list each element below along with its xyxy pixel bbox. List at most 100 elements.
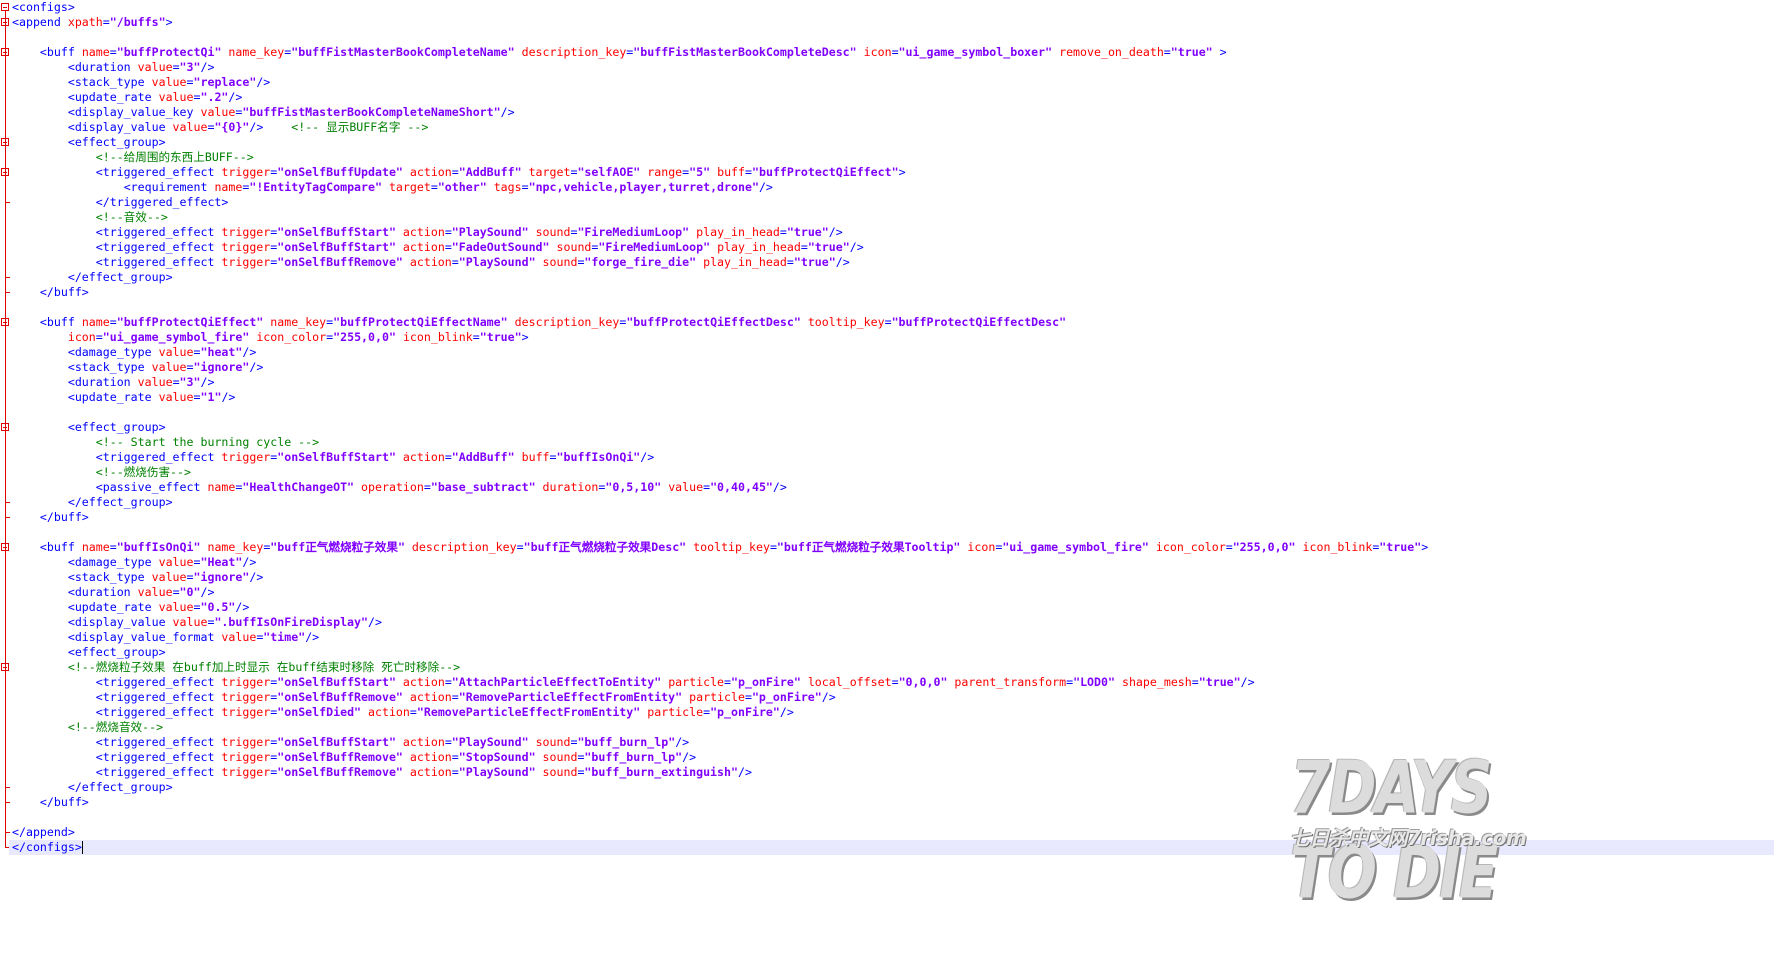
code-token: "StopSound": [458, 750, 536, 764]
code-line[interactable]: <passive_effect name = "HealthChangeOT" op…: [12, 480, 787, 495]
code-line[interactable]: <display_value_format value="time"/>: [12, 630, 319, 645]
code-token: =: [724, 675, 732, 689]
code-line[interactable]: </triggered_effect>: [12, 195, 229, 210]
code-line[interactable]: <display_value value=".buffIsOnFireDispl…: [12, 615, 382, 630]
code-line[interactable]: <triggered_effect trigger = "onSelfBuffUpd…: [12, 165, 906, 180]
code-line[interactable]: <triggered_effect trigger = "onSelfBuffSta…: [12, 735, 689, 750]
code-token: <effect_group>: [67, 645, 166, 659]
code-token: name: [214, 180, 243, 194]
code-line[interactable]: </effect_group>: [12, 270, 173, 285]
code-line[interactable]: <buff name="buffProtectQiEffect" name_ke…: [12, 315, 1066, 330]
code-token: </buff>: [39, 285, 89, 299]
code-line[interactable]: <triggered_effect trigger = "onSelfBuffSta…: [12, 675, 1255, 690]
code-line[interactable]: <stack_type value="ignore"/>: [12, 360, 263, 375]
code-line[interactable]: <requirement name = "!EntityTagCompare" ta…: [12, 180, 773, 195]
code-line[interactable]: <effect_group>: [12, 135, 166, 150]
code-token: "replace": [193, 75, 257, 89]
code-line[interactable]: <stack_type value="ignore"/>: [12, 570, 263, 585]
code-line[interactable]: <effect_group>: [12, 420, 166, 435]
code-line[interactable]: <update_rate value=".2"/>: [12, 90, 243, 105]
code-line[interactable]: </append>: [12, 825, 75, 840]
code-line[interactable]: </effect_group>: [12, 780, 173, 795]
code-line[interactable]: <triggered_effect trigger = "onSelfBuffSta…: [12, 450, 654, 465]
code-line[interactable]: <duration value="3"/>: [12, 375, 215, 390]
code-token: =: [172, 375, 180, 389]
code-token: description_key: [411, 540, 517, 554]
code-token: "buff_burn_extinguish": [584, 765, 738, 779]
code-token: ".buffIsOnFireDisplay": [214, 615, 368, 629]
code-line[interactable]: <update_rate value="1"/>: [12, 390, 236, 405]
code-line[interactable]: <triggered_effect trigger = "onSelfBuffSta…: [12, 225, 843, 240]
code-token: tooltip_key: [693, 540, 770, 554]
code-token: />: [305, 630, 320, 644]
code-token: =: [451, 765, 459, 779]
code-line[interactable]: <damage_type value="Heat"/>: [12, 555, 257, 570]
code-line[interactable]: icon="ui_game_symbol_fire" icon_color="2…: [12, 330, 529, 345]
code-line[interactable]: <buff name="buffIsOnQi" name_key="buff正气…: [12, 540, 1428, 555]
code-token: "buffProtectQiEffect": [116, 315, 264, 329]
code-line[interactable]: <damage_type value="heat"/>: [12, 345, 257, 360]
code-line[interactable]: <update_rate value="0.5"/>: [12, 600, 250, 615]
code-line[interactable]: <configs>: [12, 0, 75, 15]
fold-gutter[interactable]: [0, 0, 10, 978]
code-token: tags: [493, 180, 522, 194]
code-line[interactable]: <!--燃烧音效-->: [12, 720, 163, 735]
code-token: trigger: [221, 705, 271, 719]
code-line[interactable]: </buff>: [12, 795, 89, 810]
code-token: =: [409, 705, 417, 719]
code-line[interactable]: </configs>: [9, 840, 1774, 855]
code-token: xpath: [67, 15, 103, 29]
code-line[interactable]: <triggered_effect trigger = "onSelfDied" a…: [12, 705, 794, 720]
code-token: />: [758, 180, 773, 194]
code-line[interactable]: </buff>: [12, 285, 89, 300]
code-editor[interactable]: <configs> <append xpath="/buffs"> <buff n…: [0, 0, 1774, 978]
code-token: "other": [437, 180, 487, 194]
code-line[interactable]: </effect_group>: [12, 495, 173, 510]
code-line[interactable]: <triggered_effect trigger = "onSelfBuffRem…: [12, 765, 752, 780]
code-token: "buffProtectQiEffectName": [333, 315, 508, 329]
code-line[interactable]: <effect_group>: [12, 645, 166, 660]
code-token: <passive_effect: [95, 480, 208, 494]
code-line[interactable]: <duration value="0"/>: [12, 585, 215, 600]
code-line[interactable]: <triggered_effect trigger = "onSelfBuffRem…: [12, 255, 850, 270]
code-token: sound: [542, 765, 578, 779]
code-line[interactable]: <stack_type value="replace"/>: [12, 75, 270, 90]
code-token: "buffProtectQiEffectDesc": [626, 315, 801, 329]
code-token: parent_transform: [954, 675, 1067, 689]
code-token: =: [444, 675, 452, 689]
code-line[interactable]: <!-- Start the burning cycle -->: [12, 435, 319, 450]
code-line[interactable]: <triggered_effect trigger = "onSelfBuffRem…: [12, 750, 696, 765]
code-line[interactable]: <append xpath="/buffs">: [12, 15, 173, 30]
code-line[interactable]: <triggered_effect trigger = "onSelfBuffRem…: [12, 690, 836, 705]
code-line[interactable]: <!--音效-->: [12, 210, 168, 225]
code-line[interactable]: <buff name="buffProtectQi" name_key="buf…: [12, 45, 1227, 60]
code-line[interactable]: <triggered_effect trigger = "onSelfBuffSta…: [12, 240, 864, 255]
code-line[interactable]: <display_value value="{0}"/> <!-- 显示BUFF…: [12, 120, 429, 135]
code-line[interactable]: <display_value_key value="buffFistMaster…: [12, 105, 515, 120]
code-token: <stack_type: [67, 75, 152, 89]
code-token: =: [444, 450, 452, 464]
code-line[interactable]: <!--燃烧粒子效果 在buff加上时显示 在buff结束时移除 死亡时移除--…: [12, 660, 460, 675]
fold-toggle-icon[interactable]: [1, 3, 9, 11]
code-line[interactable]: </buff>: [12, 510, 89, 525]
code-line[interactable]: <!--燃烧伤害-->: [12, 465, 191, 480]
code-line[interactable]: <!--给周围的东西上BUFF-->: [12, 150, 254, 165]
code-token: "{0}": [214, 120, 250, 134]
code-line[interactable]: <duration value="3"/>: [12, 60, 215, 75]
code-token: =: [1225, 540, 1233, 554]
